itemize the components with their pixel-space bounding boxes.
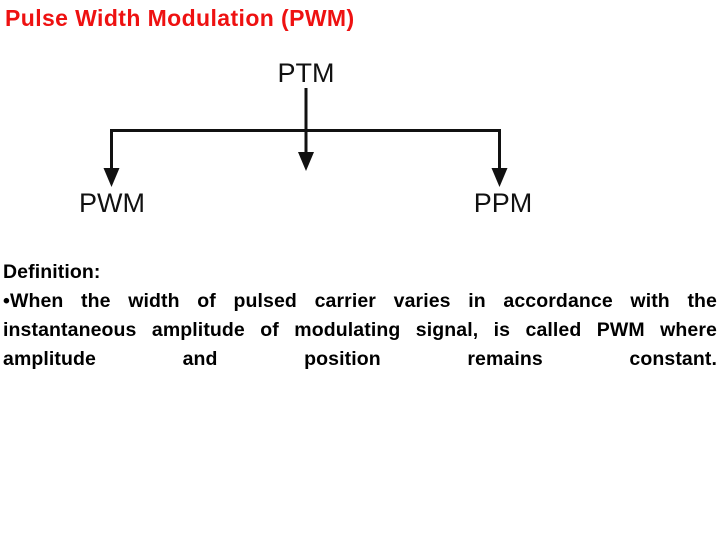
ptm-classification-diagram: PTM PWM PPM — [0, 40, 720, 230]
arrow-bus-to-pwm — [103, 129, 120, 187]
diagram-node-ppm-label: PPM — [474, 188, 533, 218]
diagram-bus-line — [110, 129, 501, 132]
diagram-node-pwm-label: PWM — [79, 188, 145, 218]
arrow-bus-to-ppm — [491, 129, 508, 187]
definition-heading: Definition: — [3, 261, 101, 283]
bullet-icon: • — [3, 290, 10, 312]
definition-block: Definition: •When the width of pulsed ca… — [3, 258, 717, 403]
definition-body-text: When the width of pulsed carrier varies … — [3, 290, 717, 370]
diagram-node-ptm-label: PTM — [278, 58, 335, 88]
page-title: Pulse Width Modulation (PWM) — [5, 5, 355, 31]
definition-paragraph: •When the width of pulsed carrier varies… — [3, 287, 717, 403]
